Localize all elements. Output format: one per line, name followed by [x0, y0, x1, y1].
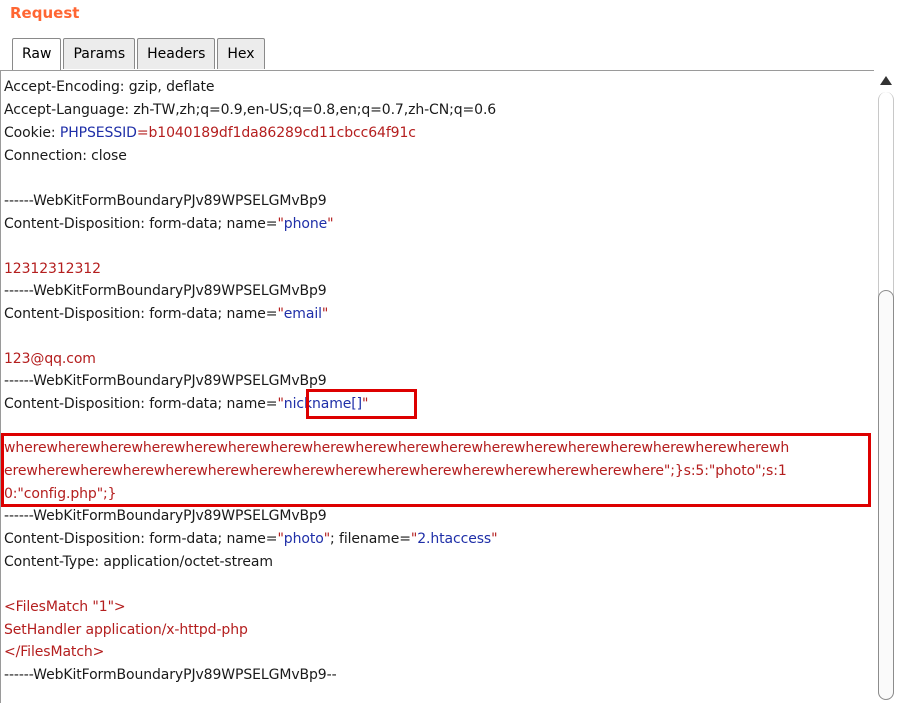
file-content-line: <FilesMatch "1"> — [4, 599, 126, 615]
disposition-prefix: Content-Disposition: form-data; name= — [4, 531, 278, 547]
tab-params[interactable]: Params — [63, 38, 136, 69]
vertical-scrollbar[interactable] — [875, 72, 897, 704]
header-line: Accept-Encoding: gzip, deflate — [4, 79, 215, 95]
disposition-line: Content-Disposition: form-data; name= "ph… — [4, 214, 334, 234]
request-editor[interactable]: Accept-Encoding: gzip, deflate Accept-La… — [0, 70, 874, 703]
cookie-key: Cookie: — [4, 125, 60, 141]
tab-hex[interactable]: Hex — [217, 38, 265, 69]
quote-mark: " — [327, 216, 334, 232]
boundary-line: ------WebKitFormBoundaryPJv89WPSELGMvBp9 — [4, 193, 327, 209]
content-type-line: Content-Type: application/octet-stream — [4, 554, 273, 570]
cookie-name: PHPSESSID — [59, 125, 137, 141]
field-value: 12312312312 — [4, 261, 101, 277]
arrow-up-icon[interactable] — [880, 76, 892, 85]
boundary-line: ------WebKitFormBoundaryPJv89WPSELGMvBp9 — [4, 508, 327, 524]
file-content-line: SetHandler application/x-httpd-php — [4, 622, 248, 638]
tab-headers[interactable]: Headers — [137, 38, 216, 69]
panel-title: Request — [10, 4, 80, 22]
highlight-box-nickname — [306, 389, 417, 419]
cookie-line: Cookie: PHPSESSID=b1040189df1da86289cd11… — [4, 123, 416, 143]
header-line: Accept-Language: zh-TW,zh;q=0.9,en-US;q=… — [4, 102, 497, 118]
filename-label: ; filename= — [330, 531, 411, 547]
disposition-prefix: Content-Disposition: form-data; name= — [4, 396, 278, 412]
disposition-line: Content-Disposition: form-data; name= "em… — [4, 304, 328, 324]
boundary-line: ------WebKitFormBoundaryPJv89WPSELGMvBp9 — [4, 283, 327, 299]
file-content-line: </FilesMatch> — [4, 644, 105, 660]
highlight-box-payload — [1, 433, 871, 507]
filename-value: 2.htaccess — [417, 531, 492, 547]
field-name: email — [283, 306, 322, 322]
cookie-eq: = — [136, 125, 149, 141]
disposition-prefix: Content-Disposition: form-data; name= — [4, 216, 278, 232]
quote-mark: " — [491, 531, 498, 547]
field-value: 123@qq.com — [4, 351, 96, 367]
tab-raw[interactable]: Raw — [12, 38, 62, 70]
cookie-value: b1040189df1da86289cd11cbcc64f91c — [148, 125, 416, 141]
tab-bar: Raw Params Headers Hex — [12, 38, 267, 70]
boundary-line: ------WebKitFormBoundaryPJv89WPSELGMvBp9 — [4, 373, 327, 389]
disposition-line: Content-Disposition: form-data; name= " ph… — [4, 529, 498, 549]
scrollbar-thumb[interactable] — [878, 290, 894, 700]
boundary-end-line: ------WebKitFormBoundaryPJv89WPSELGMvBp9… — [4, 667, 337, 683]
field-name: phone — [283, 216, 328, 232]
field-name: photo — [283, 531, 324, 547]
header-line: Connection: close — [4, 148, 127, 164]
quote-mark: " — [321, 306, 329, 322]
disposition-prefix: Content-Disposition: form-data; name= — [4, 306, 278, 322]
